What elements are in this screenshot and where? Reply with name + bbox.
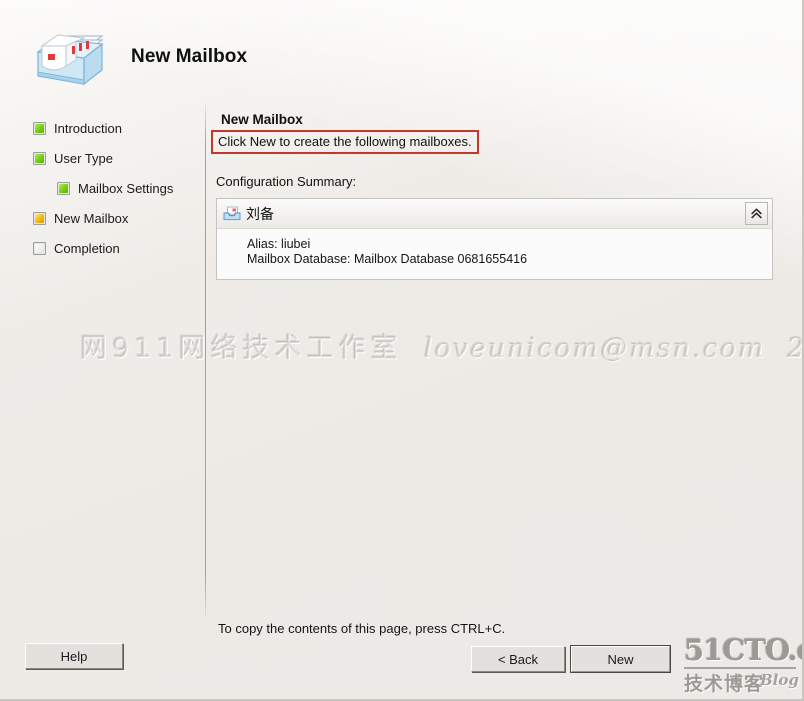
status-complete-icon bbox=[57, 181, 70, 195]
summary-details: Alias: liubei Mailbox Database: Mailbox … bbox=[217, 229, 772, 279]
copy-hint-text: To copy the contents of this page, press… bbox=[218, 621, 506, 636]
new-button-label: New bbox=[571, 646, 670, 672]
status-current-icon bbox=[33, 211, 46, 225]
instruction-callout: Click New to create the following mailbo… bbox=[211, 130, 479, 154]
sidebar-item-label: Mailbox Settings bbox=[78, 180, 174, 196]
mailbox-cards-icon bbox=[28, 26, 108, 88]
status-complete-icon bbox=[33, 151, 46, 165]
sidebar-item-label: New Mailbox bbox=[54, 210, 129, 226]
configuration-summary-label: Configuration Summary: bbox=[216, 174, 357, 189]
cto-blog-text: Blog bbox=[760, 671, 799, 689]
mailbox-tray-icon bbox=[223, 206, 241, 221]
section-title: New Mailbox bbox=[221, 112, 303, 127]
cto-domain-text: 51CTO.com bbox=[684, 633, 802, 667]
main-content-panel: New Mailbox Click New to create the foll… bbox=[205, 104, 802, 624]
new-mailbox-wizard-window: New Mailbox Introduction User Type Mailb… bbox=[0, 0, 804, 701]
sidebar-item-new-mailbox[interactable]: New Mailbox bbox=[33, 208, 128, 228]
help-button[interactable]: Help bbox=[25, 643, 123, 669]
summary-header-row[interactable]: 刘备 bbox=[217, 199, 772, 229]
sidebar-item-user-type[interactable]: User Type bbox=[33, 148, 113, 168]
configuration-summary-panel: 刘备 Alias: liubei Mailbox Database: Mailb… bbox=[216, 198, 773, 280]
wizard-step-list: Introduction User Type Mailbox Settings … bbox=[0, 104, 205, 624]
sidebar-item-label: User Type bbox=[54, 150, 114, 166]
page-title: New Mailbox bbox=[131, 46, 248, 67]
sidebar-item-introduction[interactable]: Introduction bbox=[33, 118, 122, 138]
sidebar-item-completion[interactable]: Completion bbox=[33, 238, 120, 258]
mailbox-display-name: 刘备 bbox=[246, 206, 274, 223]
summary-line-alias: Alias: liubei bbox=[247, 237, 311, 251]
sidebar-item-label: Introduction bbox=[54, 120, 122, 136]
wizard-header: New Mailbox bbox=[0, 0, 802, 100]
back-button[interactable]: < Back bbox=[471, 646, 565, 672]
status-complete-icon bbox=[33, 121, 46, 135]
sidebar-item-label: Completion bbox=[54, 240, 120, 256]
new-button[interactable]: New bbox=[570, 645, 671, 673]
cto-rule-divider bbox=[684, 667, 796, 669]
cto-cn-text: 技术博客 bbox=[684, 673, 765, 695]
site-watermark-logo: 51CTO.com 技术博客 Blog bbox=[684, 631, 802, 697]
sidebar-item-mailbox-settings[interactable]: Mailbox Settings bbox=[57, 178, 173, 198]
chevron-double-up-icon[interactable] bbox=[745, 202, 768, 225]
summary-line-database: Mailbox Database: Mailbox Database 06816… bbox=[247, 252, 528, 266]
status-pending-icon bbox=[33, 241, 46, 255]
